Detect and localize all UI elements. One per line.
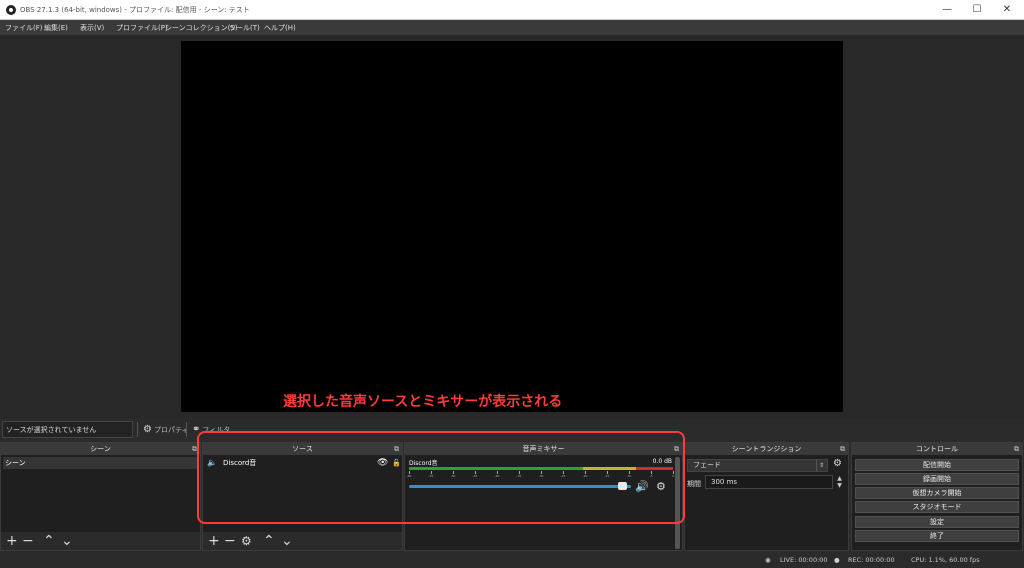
scene-transitions-dock: シーントランジション ⧉ フェード ⇕ ⚙ 期間 300 ms ▲ ▼ xyxy=(684,442,849,551)
menu-help[interactable]: ヘルプ(H) xyxy=(264,23,296,33)
sources-toolbar: + − ⚙ ⌃ ⌄ xyxy=(203,532,402,550)
maximize-button[interactable]: ☐ xyxy=(962,3,992,17)
float-dock-icon[interactable]: ⧉ xyxy=(1014,443,1019,455)
transition-settings-gear-icon[interactable]: ⚙ xyxy=(833,458,842,469)
menu-file[interactable]: ファイル(F) xyxy=(5,23,43,33)
close-button[interactable]: ✕ xyxy=(992,3,1022,17)
start-streaming-button[interactable]: 配信開始 xyxy=(855,459,1019,471)
title-bar: OBS 27.1.3 (64-bit, windows) - プロファイル: 配… xyxy=(0,0,1024,20)
scenes-dock-title: シーン ⧉ xyxy=(1,443,200,455)
move-down-icon[interactable]: ⌄ xyxy=(281,533,293,549)
annotation-text: 選択した音声ソースとミキサーが表示される xyxy=(283,394,563,410)
controls-dock: コントロール ⧉ 配信開始 録画開始 仮想カメラ開始 スタジオモード 設定 終了 xyxy=(851,442,1023,551)
chevron-updown-icon: ⇕ xyxy=(816,460,826,471)
window-title: OBS 27.1.3 (64-bit, windows) - プロファイル: 配… xyxy=(20,6,250,14)
transitions-title-label: シーントランジション xyxy=(731,445,802,453)
controls-dock-title: コントロール ⧉ xyxy=(852,443,1022,455)
transitions-dock-title: シーントランジション ⧉ xyxy=(685,443,848,455)
add-source-icon[interactable]: + xyxy=(208,533,220,549)
properties-label: プロパティ xyxy=(153,426,189,434)
scenes-toolbar: + − ⌃ ⌄ xyxy=(1,532,200,550)
duration-input[interactable]: 300 ms xyxy=(705,475,833,489)
live-time: LIVE: 00:00:00 xyxy=(780,556,828,564)
move-up-icon[interactable]: ⌃ xyxy=(263,533,275,549)
preview-area xyxy=(0,35,1024,418)
scene-list-item[interactable]: シーン xyxy=(3,457,197,469)
controls-title-label: コントロール xyxy=(916,445,958,453)
menu-bar: ファイル(F) 編集(E) 表示(V) プロファイル(P) シーンコレクション(… xyxy=(0,20,1024,35)
start-recording-button[interactable]: 録画開始 xyxy=(855,473,1019,485)
remove-source-icon[interactable]: − xyxy=(224,533,236,549)
menu-scene-collection[interactable]: シーンコレクション(S) xyxy=(165,23,238,33)
move-up-icon[interactable]: ⌃ xyxy=(43,533,55,549)
duration-spinner[interactable]: ▲ ▼ xyxy=(835,475,844,489)
transition-selected-label: フェード xyxy=(693,461,721,469)
move-down-icon[interactable]: ⌄ xyxy=(61,533,73,549)
minimize-button[interactable]: — xyxy=(932,3,962,17)
preview-canvas[interactable] xyxy=(181,41,843,412)
remove-scene-icon[interactable]: − xyxy=(22,533,34,549)
scenes-title-label: シーン xyxy=(90,445,111,453)
settings-button[interactable]: 設定 xyxy=(855,516,1019,528)
add-scene-icon[interactable]: + xyxy=(6,533,18,549)
status-bar: ◉ LIVE: 00:00:00 ● REC: 00:00:00 CPU: 1.… xyxy=(0,552,1024,568)
menu-edit[interactable]: 編集(E) xyxy=(44,23,68,33)
cpu-fps: CPU: 1.1%, 60.00 fps xyxy=(911,556,980,564)
start-virtual-camera-button[interactable]: 仮想カメラ開始 xyxy=(855,487,1019,499)
obs-logo-icon xyxy=(6,5,16,15)
menu-view[interactable]: 表示(V) xyxy=(80,23,104,33)
exit-button[interactable]: 終了 xyxy=(855,530,1019,542)
live-indicator-icon: ◉ xyxy=(765,556,771,564)
no-source-selected-label: ソースが選択されていません xyxy=(2,421,133,438)
menu-tools[interactable]: ツール(T) xyxy=(229,23,260,33)
float-dock-icon[interactable]: ⧉ xyxy=(840,443,845,455)
rec-indicator-icon: ● xyxy=(834,556,840,564)
duration-label: 期間 xyxy=(687,480,701,488)
source-settings-gear-icon[interactable]: ⚙ xyxy=(241,533,252,549)
gear-icon: ⚙ xyxy=(143,424,152,435)
studio-mode-button[interactable]: スタジオモード xyxy=(855,501,1019,513)
scenes-dock: シーン ⧉ シーン + − ⌃ ⌄ xyxy=(0,442,201,551)
annotation-highlight-box xyxy=(197,431,685,524)
rec-time: REC: 00:00:00 xyxy=(848,556,895,564)
menu-profile[interactable]: プロファイル(P) xyxy=(116,23,168,33)
transition-select[interactable]: フェード ⇕ xyxy=(687,459,828,472)
properties-button[interactable]: ⚙ プロパティ xyxy=(137,422,189,437)
